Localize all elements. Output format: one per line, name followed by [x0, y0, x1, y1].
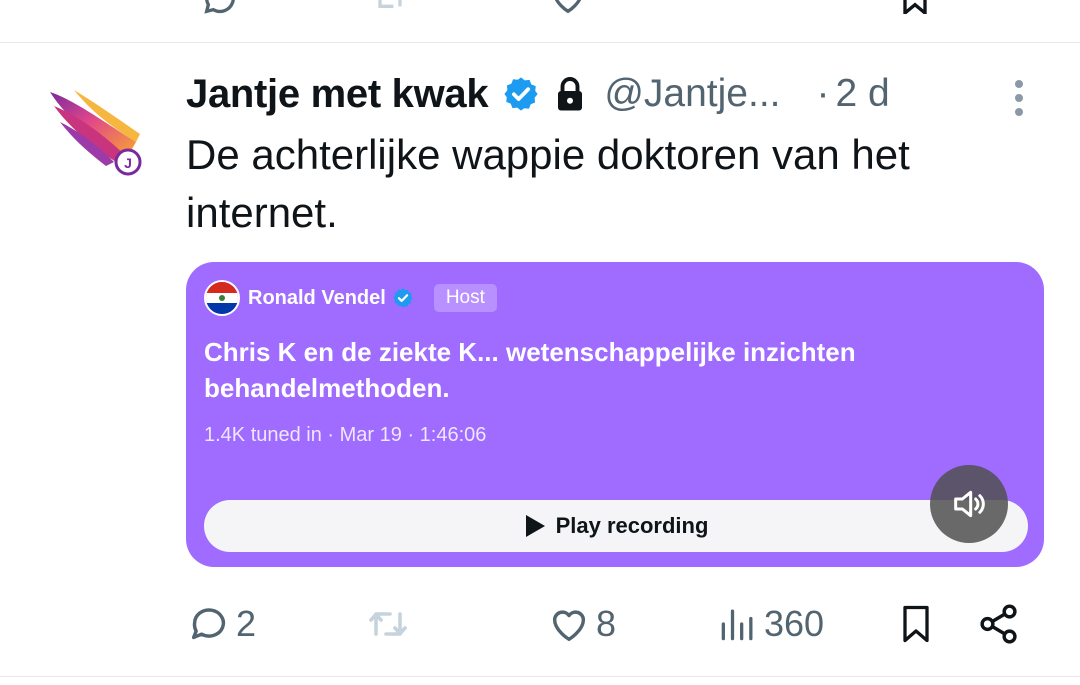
- author-handle[interactable]: @Jantje...: [604, 72, 780, 116]
- timestamp[interactable]: 2 d: [836, 72, 890, 116]
- play-icon: [525, 515, 545, 537]
- svg-text:J: J: [124, 155, 132, 171]
- verified-icon: [393, 288, 413, 308]
- bookmark-icon: [903, 605, 929, 643]
- tweet-text: De achterlijke wappie doktoren van het i…: [186, 131, 910, 236]
- author-name[interactable]: Jantje met kwak: [186, 72, 489, 117]
- repost-icon: [369, 612, 407, 636]
- like-button[interactable]: 8: [546, 596, 616, 652]
- previous-tweet-actions: [0, 0, 1080, 14]
- host-badge: Host: [433, 284, 497, 312]
- lock-icon: [558, 77, 583, 111]
- reply-button[interactable]: 2: [186, 596, 256, 652]
- verified-icon: [504, 77, 538, 111]
- space-host-row: Ronald Vendel Host: [204, 280, 497, 316]
- avatar[interactable]: J: [44, 82, 148, 186]
- mute-button[interactable]: [930, 465, 1008, 543]
- speaker-icon: [954, 490, 985, 518]
- views-icon: [721, 609, 753, 641]
- share-button[interactable]: [976, 596, 1022, 652]
- like-count: 8: [596, 603, 617, 644]
- more-icon[interactable]: [1008, 78, 1030, 118]
- reply-icon: [191, 608, 226, 640]
- space-title: Chris K en de ziekte K... wetenschappeli…: [204, 337, 856, 403]
- tweet-actions: 2 8 360: [186, 596, 1046, 652]
- space-meta: 1.4K tuned in · Mar 19 · 1:46:06: [204, 424, 487, 446]
- repost-icon: [378, 0, 402, 8]
- separator-dot: ·: [816, 72, 830, 115]
- heart-icon: [552, 610, 586, 642]
- host-avatar: [204, 280, 240, 316]
- heart-icon: [554, 0, 582, 14]
- play-recording-label: Play recording: [555, 513, 709, 538]
- tweet-header: Jantje met kwak @Jantje... · 2 d: [186, 66, 890, 122]
- reply-count: 2: [236, 603, 257, 644]
- share-icon: [995, 0, 1035, 14]
- host-name: Ronald Vendel: [248, 286, 386, 309]
- view-count: 360: [764, 603, 825, 644]
- play-recording-button[interactable]: Play recording: [204, 500, 1028, 552]
- tweet-divider: [0, 42, 1080, 43]
- reply-icon: [204, 0, 235, 14]
- repost-button[interactable]: [364, 596, 416, 652]
- bookmark-icon: [903, 0, 927, 14]
- views-button[interactable]: 360: [716, 596, 824, 652]
- bookmark-button[interactable]: [894, 596, 938, 652]
- share-icon: [980, 604, 1017, 644]
- tweet-divider-bottom: [0, 676, 1080, 677]
- space-card[interactable]: Ronald Vendel Host Chris K en de ziekte …: [186, 262, 1044, 567]
